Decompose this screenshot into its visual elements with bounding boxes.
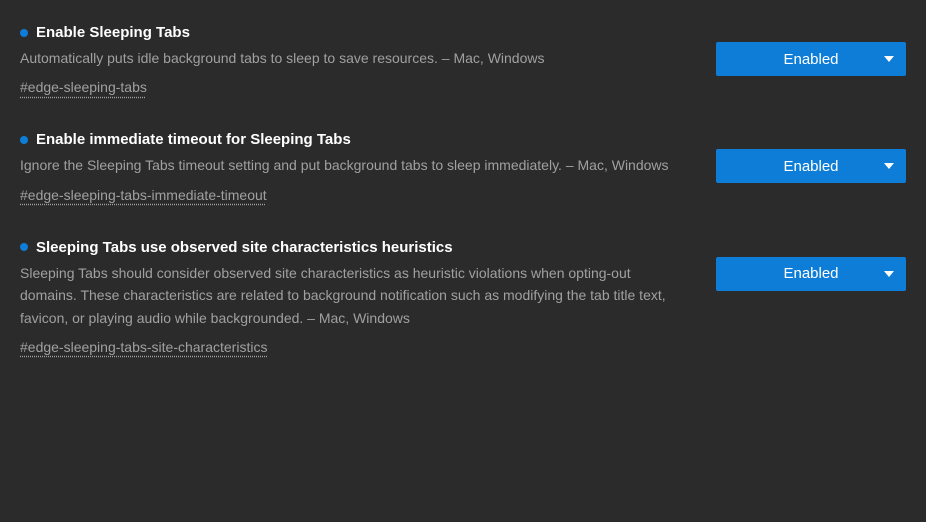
chevron-down-icon (884, 54, 894, 64)
flag-content: Enable immediate timeout for Sleeping Ta… (20, 131, 685, 204)
flag-item: Enable Sleeping Tabs Automatically puts … (20, 10, 906, 117)
flag-control: Enabled (716, 24, 906, 76)
chevron-down-icon (884, 161, 894, 171)
flag-control: Enabled (716, 131, 906, 183)
flag-header: Sleeping Tabs use observed site characte… (20, 239, 685, 256)
flag-anchor-link[interactable]: #edge-sleeping-tabs (20, 79, 147, 95)
flag-description: Sleeping Tabs should consider observed s… (20, 262, 685, 329)
flag-state-dropdown[interactable]: Enabled (716, 149, 906, 183)
dropdown-selected-label: Enabled (783, 51, 838, 68)
flag-anchor-link[interactable]: #edge-sleeping-tabs-immediate-timeout (20, 187, 267, 203)
status-dot-icon (20, 243, 28, 251)
flag-header: Enable Sleeping Tabs (20, 24, 685, 41)
flag-item: Enable immediate timeout for Sleeping Ta… (20, 117, 906, 224)
flag-title: Enable immediate timeout for Sleeping Ta… (36, 131, 351, 148)
flag-state-dropdown[interactable]: Enabled (716, 257, 906, 291)
status-dot-icon (20, 136, 28, 144)
flag-description: Ignore the Sleeping Tabs timeout setting… (20, 154, 685, 176)
dropdown-selected-label: Enabled (783, 265, 838, 282)
flag-state-dropdown[interactable]: Enabled (716, 42, 906, 76)
status-dot-icon (20, 29, 28, 37)
dropdown-selected-label: Enabled (783, 158, 838, 175)
flag-content: Sleeping Tabs use observed site characte… (20, 239, 685, 357)
flag-anchor-link[interactable]: #edge-sleeping-tabs-site-characteristics (20, 339, 267, 355)
flag-content: Enable Sleeping Tabs Automatically puts … (20, 24, 685, 97)
chevron-down-icon (884, 269, 894, 279)
flag-description: Automatically puts idle background tabs … (20, 47, 685, 69)
flag-title: Sleeping Tabs use observed site characte… (36, 239, 453, 256)
flag-title: Enable Sleeping Tabs (36, 24, 190, 41)
flag-item: Sleeping Tabs use observed site characte… (20, 225, 906, 377)
flag-header: Enable immediate timeout for Sleeping Ta… (20, 131, 685, 148)
flag-control: Enabled (716, 239, 906, 291)
